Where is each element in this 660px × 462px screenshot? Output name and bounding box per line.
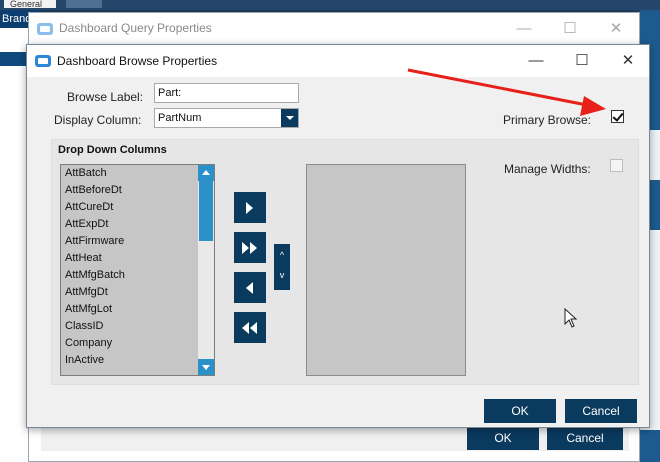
query-window-title: Dashboard Query Properties (59, 21, 212, 35)
display-column-value: PartNum (158, 112, 202, 124)
arrow-left-icon (246, 282, 253, 294)
display-column-label: Display Column: (54, 113, 142, 127)
list-item[interactable]: AttBatch (61, 165, 214, 182)
list-item[interactable]: AttCureDt (61, 199, 214, 216)
app-window-icon (37, 23, 53, 35)
move-all-right-button[interactable] (234, 232, 266, 263)
available-columns-list[interactable]: AttBatch AttBeforeDt AttCureDt AttExpDt … (60, 164, 215, 376)
browse-label-input[interactable]: Part: (154, 83, 299, 103)
dashboard-browse-properties-dialog: Dashboard Browse Properties — ☐ ✕ Browse… (26, 44, 650, 428)
scroll-down-icon[interactable] (198, 359, 214, 375)
list-item[interactable]: Company (61, 335, 214, 352)
move-down-icon[interactable]: v (274, 270, 290, 280)
available-columns-scrollbar[interactable] (198, 165, 214, 375)
list-item[interactable]: AttHeat (61, 250, 214, 267)
query-ok-button[interactable]: OK (467, 426, 539, 450)
maximize-icon[interactable]: ☐ (559, 45, 605, 77)
move-right-button[interactable] (234, 192, 266, 223)
background-tab[interactable] (66, 0, 102, 8)
browse-dialog-titlebar[interactable]: Dashboard Browse Properties — ☐ ✕ (27, 45, 649, 77)
list-item[interactable]: AttExpDt (61, 216, 214, 233)
double-arrow-left-icon (242, 322, 249, 334)
browse-dialog-title: Dashboard Browse Properties (57, 54, 218, 68)
background-tab-general[interactable]: General (4, 0, 56, 8)
query-cancel-button[interactable]: Cancel (547, 426, 623, 450)
list-item[interactable]: AttMfgDt (61, 284, 214, 301)
chevron-down-icon[interactable] (281, 109, 298, 127)
minimize-icon[interactable]: — (501, 13, 547, 45)
query-window-titlebar[interactable]: Dashboard Query Properties — ☐ ✕ (29, 13, 639, 45)
browse-label-label: Browse Label: (67, 90, 144, 104)
double-arrow-right-icon (242, 242, 249, 254)
list-item[interactable]: AttBeforeDt (61, 182, 214, 199)
list-item[interactable]: AttFirmware (61, 233, 214, 250)
primary-browse-checkbox[interactable] (611, 110, 624, 123)
minimize-icon[interactable]: — (513, 45, 559, 77)
close-icon[interactable]: ✕ (605, 45, 651, 77)
manage-widths-checkbox[interactable] (610, 159, 623, 172)
reorder-buttons[interactable]: ^ v (274, 244, 290, 290)
arrow-right-icon (246, 202, 253, 214)
scroll-up-icon[interactable] (198, 165, 214, 181)
ok-button[interactable]: OK (484, 399, 556, 423)
move-up-icon[interactable]: ^ (274, 250, 290, 260)
selected-columns-list[interactable] (306, 164, 466, 376)
app-window-icon (35, 55, 51, 67)
drop-down-columns-group: Drop Down Columns AttBatch AttBeforeDt A… (51, 139, 639, 385)
primary-browse-label: Primary Browse: (503, 113, 592, 127)
manage-widths-label: Manage Widths: (504, 162, 591, 176)
move-all-left-button[interactable] (234, 312, 266, 343)
list-item[interactable]: ClassID (61, 318, 214, 335)
display-column-select[interactable]: PartNum (154, 108, 299, 128)
close-icon[interactable]: ✕ (593, 13, 639, 45)
drop-down-columns-title: Drop Down Columns (58, 144, 167, 156)
mouse-cursor-icon (564, 308, 578, 328)
maximize-icon[interactable]: ☐ (547, 13, 593, 45)
cancel-button[interactable]: Cancel (565, 399, 637, 423)
move-left-button[interactable] (234, 272, 266, 303)
list-item[interactable]: InActive (61, 352, 214, 369)
scrollbar-thumb[interactable] (199, 181, 213, 241)
list-item[interactable]: AttMfgLot (61, 301, 214, 318)
list-item[interactable]: AttMfgBatch (61, 267, 214, 284)
